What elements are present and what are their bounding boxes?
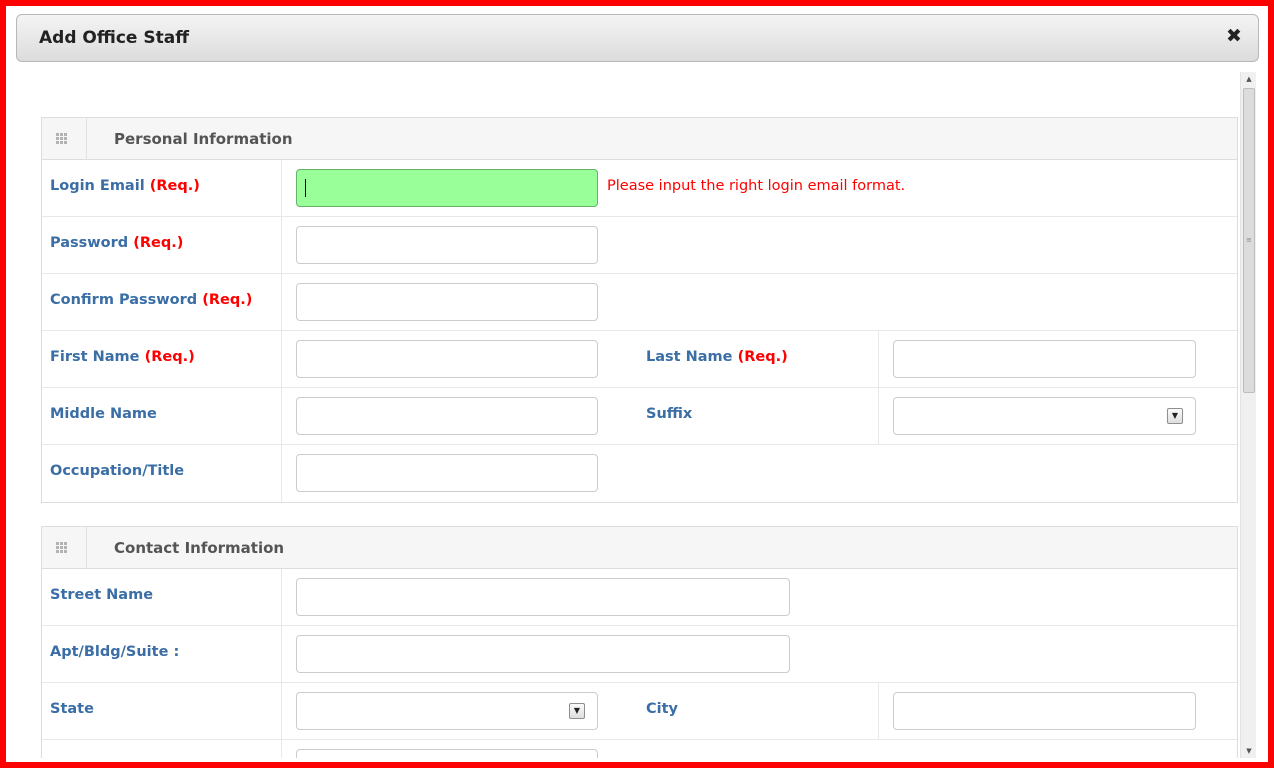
password-label: Password (Req.) <box>50 235 184 251</box>
dialog-title: Add Office Staff <box>39 28 189 48</box>
panel-header-personal: Personal Information <box>42 118 1237 160</box>
column-divider <box>281 740 282 758</box>
apt-row: Apt/Bldg/Suite : <box>42 626 1237 683</box>
column-divider <box>281 331 282 387</box>
login-email-input[interactable] <box>296 169 598 207</box>
next-row-partial: ▼ <box>42 740 1237 758</box>
suffix-select[interactable]: ▼ <box>893 397 1196 435</box>
panel-header-contact: Contact Information <box>42 527 1237 569</box>
middle-name-input[interactable] <box>296 397 598 435</box>
column-divider <box>281 445 282 502</box>
text-cursor <box>305 179 306 197</box>
chevron-down-icon[interactable]: ▼ <box>569 703 585 719</box>
state-select[interactable]: ▼ <box>296 692 598 730</box>
confirm-password-input[interactable] <box>296 283 598 321</box>
suffix-label: Suffix <box>646 406 693 422</box>
scroll-up-icon[interactable]: ▲ <box>1241 72 1257 86</box>
login-email-error: Please input the right login email forma… <box>607 178 906 194</box>
vertical-scrollbar[interactable]: ▲ ≡ ▼ <box>1240 72 1256 758</box>
street-name-input[interactable] <box>296 578 790 616</box>
confirm-password-row: Confirm Password (Req.) <box>42 274 1237 331</box>
last-name-label: Last Name (Req.) <box>646 349 788 365</box>
header-divider <box>86 118 87 160</box>
scrollbar-thumb[interactable]: ≡ <box>1243 88 1255 393</box>
name-row: First Name (Req.) Last Name (Req.) <box>42 331 1237 388</box>
column-divider <box>878 683 879 739</box>
column-divider <box>281 160 282 216</box>
grid-icon <box>56 133 68 145</box>
occupation-input[interactable] <box>296 454 598 492</box>
personal-information-panel: Personal Information Login Email (Req.) … <box>41 117 1238 503</box>
city-input[interactable] <box>893 692 1196 730</box>
close-icon[interactable]: ✖ <box>1224 26 1244 46</box>
column-divider <box>281 388 282 444</box>
column-divider <box>281 274 282 330</box>
middle-name-label: Middle Name <box>50 406 157 422</box>
column-divider <box>281 683 282 739</box>
state-city-row: State ▼ City <box>42 683 1237 740</box>
last-name-input[interactable] <box>893 340 1196 378</box>
city-label: City <box>646 701 678 717</box>
confirm-password-label: Confirm Password (Req.) <box>50 292 253 308</box>
partial-select[interactable]: ▼ <box>296 749 598 758</box>
occupation-label: Occupation/Title <box>50 463 185 479</box>
password-input[interactable] <box>296 226 598 264</box>
dialog-titlebar: Add Office Staff ✖ <box>16 14 1259 62</box>
login-email-row: Login Email (Req.) Please input the righ… <box>42 160 1237 217</box>
password-row: Password (Req.) <box>42 217 1237 274</box>
panel-title: Personal Information <box>114 130 293 148</box>
scroll-down-icon[interactable]: ▼ <box>1241 744 1257 758</box>
dialog-content: Personal Information Login Email (Req.) … <box>40 72 1238 758</box>
state-label: State <box>50 701 94 717</box>
street-row: Street Name <box>42 569 1237 626</box>
column-divider <box>281 569 282 625</box>
first-name-label: First Name (Req.) <box>50 349 195 365</box>
contact-information-panel: Contact Information Street Name Apt/Bldg… <box>41 526 1238 758</box>
header-divider <box>86 527 87 569</box>
grid-icon <box>56 542 68 554</box>
column-divider <box>878 331 879 387</box>
column-divider <box>878 388 879 444</box>
apt-bldg-suite-label: Apt/Bldg/Suite : <box>50 644 180 660</box>
first-name-input[interactable] <box>296 340 598 378</box>
column-divider <box>281 626 282 682</box>
panel-title: Contact Information <box>114 539 285 557</box>
column-divider <box>281 217 282 273</box>
middle-name-row: Middle Name Suffix ▼ <box>42 388 1237 445</box>
grip-icon: ≡ <box>1246 236 1252 244</box>
apt-bldg-suite-input[interactable] <box>296 635 790 673</box>
street-name-label: Street Name <box>50 587 154 603</box>
chevron-down-icon[interactable]: ▼ <box>1167 408 1183 424</box>
occupation-row: Occupation/Title <box>42 445 1237 502</box>
login-email-label: Login Email (Req.) <box>50 178 200 194</box>
